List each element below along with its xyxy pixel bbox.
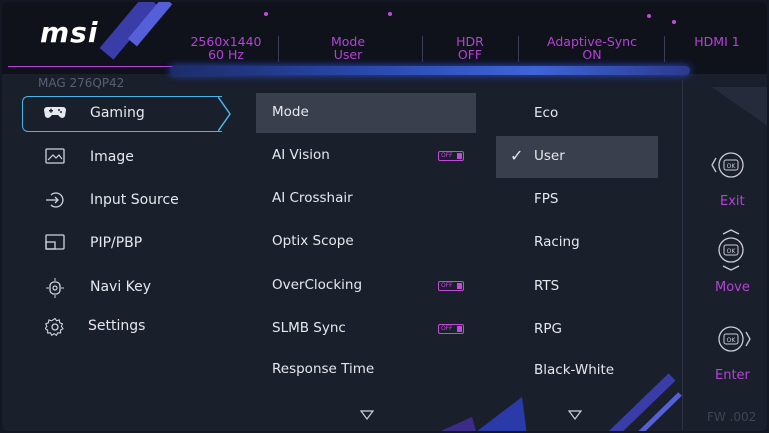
sidebar-item-label: Input Source [90,192,179,208]
decorative-dot [264,12,268,16]
status-input: HDMI 1 [682,35,752,48]
option-label: RTS [534,278,560,294]
option-label: FPS [534,191,559,207]
option-mode[interactable]: Mode [256,93,476,133]
sidebar-item-label: Settings [88,318,146,334]
divider [422,36,423,62]
scroll-down-icon[interactable] [568,410,582,420]
divider [278,36,279,62]
option-label: Eco [534,105,559,121]
sidebar-item-label: Navi Key [90,279,152,295]
decorative-dot [647,14,651,18]
joystick-updown-icon: OK [718,229,744,271]
sidebar-item-label: PIP/PBP [90,235,143,251]
divider [682,80,683,430]
svg-text:OK: OK [727,248,737,255]
input-source-icon [44,191,66,211]
mode-option-rpg[interactable]: RPG [496,309,658,351]
divider [518,36,519,62]
pip-icon [44,234,66,254]
option-label: SLMB Sync [272,320,346,336]
model-name: MAG 276QP42 [38,76,125,90]
option-label: AI Crosshair [272,190,353,206]
sidebar-item-gaming[interactable]: Gaming [22,96,232,132]
firmware-version: FW .002 [707,410,757,424]
checkmark-icon: ✓ [510,146,524,165]
option-overclocking[interactable]: OverClocking OFF [256,266,476,306]
msi-logo: msi [40,16,99,49]
status-hdr: HDR OFF [442,35,498,61]
sidebar-item-settings[interactable]: Settings [22,309,232,345]
scroll-down-icon[interactable] [360,410,374,420]
option-ai-crosshair[interactable]: AI Crosshair [256,179,476,219]
top-status-bar: msi 2560x1440 60 Hz Mode User HDR OFF Ad… [2,2,767,74]
key-guide-enter-label: Enter [715,368,750,383]
option-label: Mode [272,104,309,120]
sidebar-item-input-source[interactable]: Input Source [22,183,232,219]
osd-frame: msi 2560x1440 60 Hz Mode User HDR OFF Ad… [2,2,767,431]
mode-option-fps[interactable]: FPS [496,179,658,221]
sidebar-item-image[interactable]: Image [22,140,232,176]
mode-option-user[interactable]: ✓ User [496,136,658,178]
status-input-value: HDMI 1 [694,34,740,49]
joystick-right-icon: OK [718,326,751,352]
divider [664,36,665,62]
status-adaptive-sync-value: ON [582,47,602,62]
option-label: Optix Scope [272,233,354,249]
option-response-time[interactable]: Response Time [256,350,476,390]
mode-option-racing[interactable]: Racing [496,222,658,264]
decorative-shape [608,373,682,431]
toggle-switch[interactable]: OFF [438,151,464,161]
option-label: User [534,148,565,164]
svg-text:OK: OK [727,163,737,170]
gamepad-icon [44,104,66,124]
status-mode: Mode User [308,35,388,61]
sidebar-item-label: Gaming [90,105,145,121]
option-label: OverClocking [272,277,363,293]
gear-icon [44,317,66,337]
accent-line [8,66,173,67]
monitor-osd: msi 2560x1440 60 Hz Mode User HDR OFF Ad… [0,0,769,433]
status-resolution: 2560x1440 60 Hz [188,35,264,61]
mode-option-rts[interactable]: RTS [496,266,658,308]
accent-glow-bar [170,66,690,75]
image-icon [44,148,66,168]
key-guide-move-label: Move [715,280,750,295]
option-label: Response Time [272,361,375,377]
ok-key-label: OK [727,337,737,344]
status-hdr-value: OFF [457,47,483,62]
sidebar-item-pip-pbp[interactable]: PIP/PBP [22,226,232,262]
status-adaptive-sync: Adaptive-Sync ON [538,35,646,61]
option-label: AI Vision [272,147,330,163]
mode-option-eco[interactable]: Eco [496,93,658,135]
joystick-left-icon: OK [711,152,744,178]
option-ai-vision[interactable]: AI Vision OFF [256,136,476,176]
option-label: RPG [534,321,562,337]
decorative-shape [440,397,527,431]
key-guide-exit-label: Exit [720,194,745,209]
decorative-dot [672,20,676,24]
decorative-shape [712,87,767,126]
decorative-dot [388,12,392,16]
toggle-switch[interactable]: OFF [438,324,464,334]
status-mode-value: User [333,47,363,62]
toggle-switch[interactable]: OFF [438,281,464,291]
option-optix-scope[interactable]: Optix Scope [256,222,476,262]
option-slmb-sync[interactable]: SLMB Sync OFF [256,309,476,349]
option-label: Racing [534,234,580,250]
navi-key-icon [44,278,66,298]
selection-arrow [218,96,231,132]
status-refresh-value: 60 Hz [208,47,244,62]
sidebar-item-navi-key[interactable]: Navi Key [22,270,232,306]
sidebar-item-label: Image [90,149,134,165]
